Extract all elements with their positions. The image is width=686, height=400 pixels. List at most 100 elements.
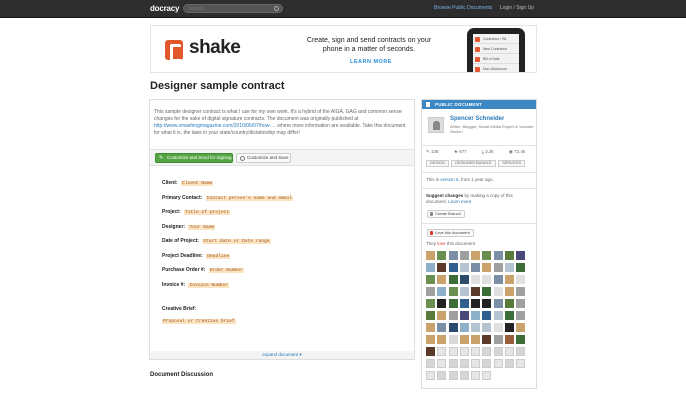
- lover-avatar[interactable]: [437, 323, 447, 332]
- lover-avatar[interactable]: [493, 287, 503, 296]
- lover-avatar[interactable]: [482, 263, 492, 272]
- lover-avatar[interactable]: [493, 359, 503, 368]
- lover-avatar[interactable]: [516, 323, 526, 332]
- lover-avatar[interactable]: [459, 359, 469, 368]
- field-placeholder[interactable]: Deadline: [206, 253, 231, 259]
- lover-avatar[interactable]: [426, 359, 435, 368]
- lover-avatar[interactable]: [448, 275, 458, 284]
- lover-avatar[interactable]: [459, 311, 469, 320]
- avatar[interactable]: [428, 117, 444, 133]
- lover-avatar[interactable]: [459, 323, 469, 332]
- lover-avatar[interactable]: [471, 287, 481, 296]
- lover-avatar[interactable]: [505, 347, 515, 356]
- lover-avatar[interactable]: [426, 335, 435, 344]
- lover-avatar[interactable]: [448, 335, 458, 344]
- lover-avatar[interactable]: [448, 287, 458, 296]
- ad-learn-more-link[interactable]: LEARN MORE: [341, 59, 401, 65]
- lover-avatar[interactable]: [426, 287, 435, 296]
- creative-brief-placeholder[interactable]: Proposal or Creative brief: [162, 319, 236, 324]
- lover-avatar[interactable]: [448, 359, 458, 368]
- lover-avatar[interactable]: [516, 299, 526, 308]
- field-placeholder[interactable]: Client Name: [180, 181, 214, 186]
- lover-avatar[interactable]: [471, 323, 481, 332]
- lover-avatar[interactable]: [471, 371, 481, 380]
- lover-avatar[interactable]: [505, 263, 515, 272]
- lover-avatar[interactable]: [493, 323, 503, 332]
- lover-avatar[interactable]: [471, 335, 481, 344]
- lover-avatar[interactable]: [471, 347, 481, 356]
- lover-avatar[interactable]: [493, 251, 503, 260]
- lover-avatar[interactable]: [471, 299, 481, 308]
- lover-avatar[interactable]: [505, 311, 515, 320]
- lover-avatar[interactable]: [505, 335, 515, 344]
- field-placeholder[interactable]: Contact person's name and email: [205, 195, 294, 201]
- lover-avatar[interactable]: [493, 299, 503, 308]
- customize-send-button[interactable]: ✎ Customize and Send for Signing: [155, 153, 233, 163]
- search-icon[interactable]: [274, 6, 279, 11]
- field-placeholder[interactable]: Order Number: [208, 268, 244, 273]
- lover-avatar[interactable]: [505, 299, 515, 308]
- lover-avatar[interactable]: [437, 335, 447, 344]
- lover-avatar[interactable]: [516, 347, 526, 356]
- lover-avatar[interactable]: [505, 323, 515, 332]
- lover-avatar[interactable]: [516, 251, 526, 260]
- lover-avatar[interactable]: [459, 263, 469, 272]
- lover-avatar[interactable]: [505, 287, 515, 296]
- lover-avatar[interactable]: [505, 251, 515, 260]
- tag-designer-bundle[interactable]: DESIGNER BUNDLE: [451, 160, 496, 167]
- love-document-button[interactable]: Love this document: [427, 229, 474, 237]
- lover-avatar[interactable]: [459, 275, 469, 284]
- lover-avatar[interactable]: [482, 251, 492, 260]
- version-link[interactable]: version 5: [440, 177, 458, 182]
- lover-avatar[interactable]: [471, 263, 481, 272]
- docracy-logo[interactable]: docracy: [150, 4, 179, 13]
- lover-avatar[interactable]: [459, 371, 469, 380]
- lover-avatar[interactable]: [437, 359, 447, 368]
- lover-avatar[interactable]: [426, 275, 435, 284]
- customize-save-button[interactable]: Customize and Save: [236, 153, 291, 163]
- lover-avatar[interactable]: [482, 323, 492, 332]
- ad-banner[interactable]: shake Create, sign and send contracts on…: [150, 25, 537, 73]
- source-link[interactable]: http://www.smashingmagazine.com/2010/06/…: [154, 123, 276, 129]
- lover-avatar[interactable]: [516, 275, 526, 284]
- lover-avatar[interactable]: [516, 263, 526, 272]
- lover-avatar[interactable]: [471, 359, 481, 368]
- lover-avatar[interactable]: [426, 299, 435, 308]
- lover-avatar[interactable]: [493, 311, 503, 320]
- lover-avatar[interactable]: [426, 263, 435, 272]
- lover-avatar[interactable]: [448, 371, 458, 380]
- lover-avatar[interactable]: [426, 371, 435, 380]
- field-placeholder[interactable]: Title of project: [184, 210, 231, 215]
- lover-avatar[interactable]: [516, 287, 526, 296]
- field-placeholder[interactable]: Your Name: [188, 224, 216, 230]
- lover-avatar[interactable]: [471, 275, 481, 284]
- lover-avatar[interactable]: [437, 347, 447, 356]
- lover-avatar[interactable]: [516, 335, 526, 344]
- lover-avatar[interactable]: [459, 251, 469, 260]
- search-input[interactable]: [184, 5, 270, 12]
- lover-avatar[interactable]: [516, 311, 526, 320]
- lover-avatar[interactable]: [493, 347, 503, 356]
- lover-avatar[interactable]: [482, 359, 492, 368]
- lover-avatar[interactable]: [448, 347, 458, 356]
- field-placeholder[interactable]: Start date or Date range: [202, 239, 271, 244]
- lover-avatar[interactable]: [482, 299, 492, 308]
- create-branch-button[interactable]: Create Branch: [427, 210, 465, 218]
- lover-avatar[interactable]: [459, 299, 469, 308]
- lover-avatar[interactable]: [448, 263, 458, 272]
- lover-avatar[interactable]: [437, 311, 447, 320]
- lover-avatar[interactable]: [493, 275, 503, 284]
- lover-avatar[interactable]: [482, 275, 492, 284]
- browse-public-documents-link[interactable]: Browse Public Documents: [434, 5, 492, 11]
- lover-avatar[interactable]: [448, 323, 458, 332]
- lover-avatar[interactable]: [482, 371, 492, 380]
- lover-avatar[interactable]: [459, 347, 469, 356]
- learn-more-link[interactable]: Learn more.: [448, 199, 472, 204]
- lover-avatar[interactable]: [437, 287, 447, 296]
- lover-avatar[interactable]: [482, 347, 492, 356]
- lover-avatar[interactable]: [482, 335, 492, 344]
- lover-avatar[interactable]: [448, 311, 458, 320]
- login-signup-link[interactable]: Login / Sign Up: [500, 5, 534, 11]
- lover-avatar[interactable]: [448, 299, 458, 308]
- lover-avatar[interactable]: [426, 347, 435, 356]
